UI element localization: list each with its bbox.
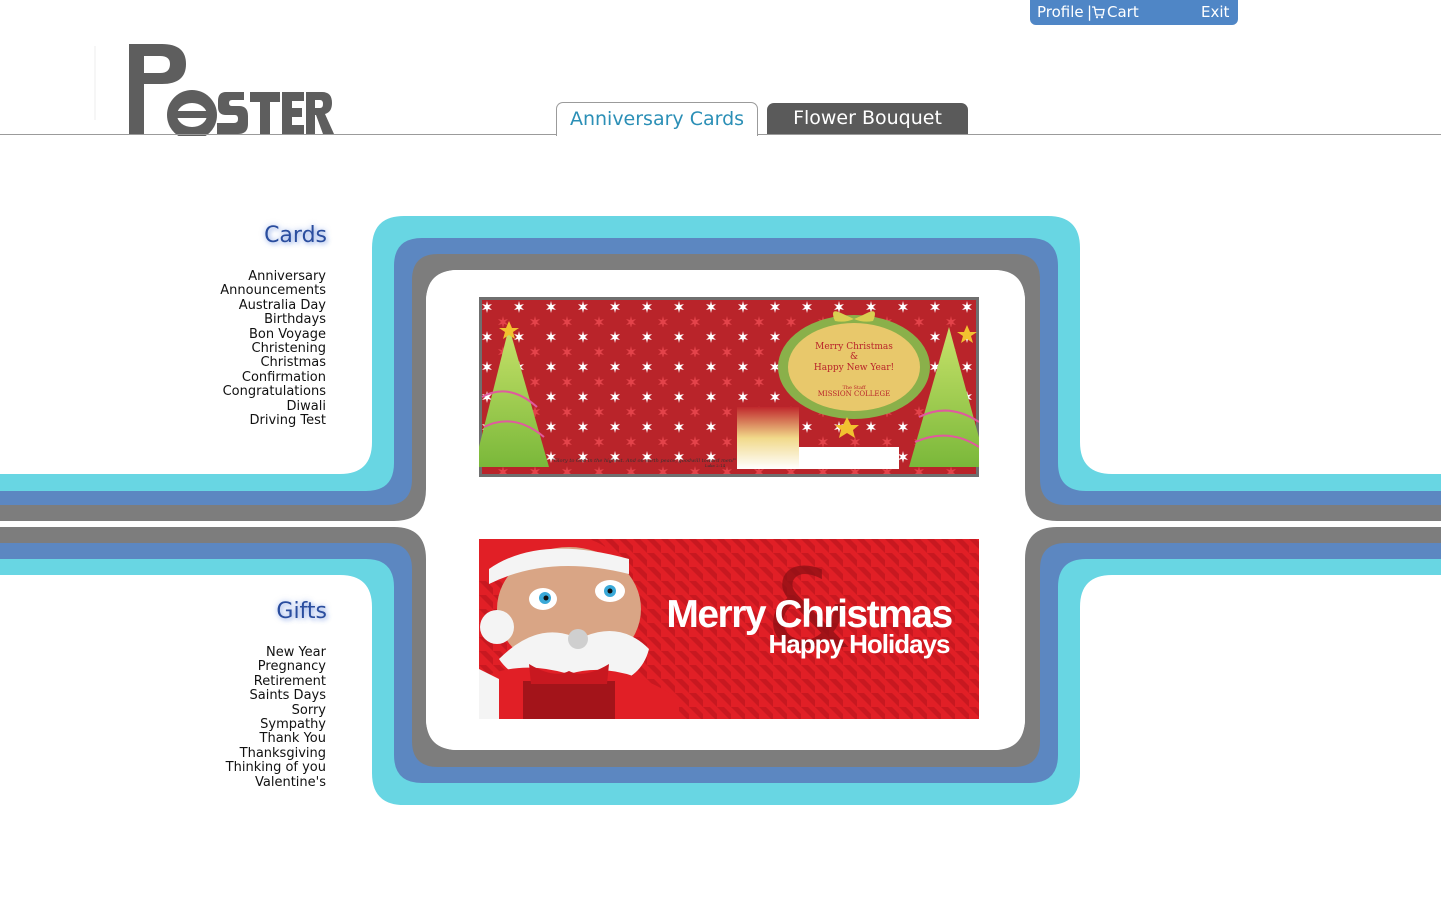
menu-item-sorry[interactable]: Sorry [226, 703, 326, 718]
card1-heading-2: Happy New Year! [814, 363, 894, 373]
menu-item-birthdays[interactable]: Birthdays [220, 312, 326, 327]
profile-link[interactable]: Profile [1037, 0, 1084, 24]
card1-verse: Luke 2:14 [705, 463, 726, 468]
menu-item-valentines[interactable]: Valentine's [226, 775, 326, 790]
menu-item-pregnancy[interactable]: Pregnancy [226, 659, 326, 674]
menu-item-announcements[interactable]: Announcements [220, 283, 326, 298]
menu-item-new-year[interactable]: New Year [226, 645, 326, 660]
exit-link[interactable]: Exit [1201, 0, 1229, 24]
card2-line2: Happy Holidays [768, 629, 950, 659]
menu-item-christening[interactable]: Christening [220, 341, 326, 356]
cards-menu-title: Cards [264, 223, 327, 248]
cart-icon [1092, 5, 1105, 18]
santa-banner[interactable]: & Merry Christmas Happy Holidays [479, 539, 979, 719]
menu-item-congratulations[interactable]: Congratulations [220, 384, 326, 399]
menu-item-confirmation[interactable]: Confirmation [220, 370, 326, 385]
menu-item-sympathy[interactable]: Sympathy [226, 717, 326, 732]
menu-item-australia-day[interactable]: Australia Day [220, 298, 326, 313]
menu-item-christmas[interactable]: Christmas [220, 356, 326, 371]
menu-item-anniversary[interactable]: Anniversary [220, 269, 326, 284]
tab-anniversary-cards[interactable]: Anniversary Cards [556, 102, 758, 136]
gifts-menu: New Year Pregnancy Retirement Saints Day… [226, 645, 326, 790]
card1-heading-1: Merry Christmas [815, 342, 893, 352]
menu-item-thank-you[interactable]: Thank You [226, 732, 326, 747]
menu-item-retirement[interactable]: Retirement [226, 674, 326, 689]
cart-link[interactable]: Cart [1092, 0, 1139, 24]
menu-item-driving-test[interactable]: Driving Test [220, 413, 327, 428]
menu-item-thinking-of-you[interactable]: Thinking of you [226, 760, 326, 775]
gifts-menu-title: Gifts [276, 599, 327, 624]
tab-flower-bouquet[interactable]: Flower Bouquet [767, 103, 968, 134]
menu-item-saints-days[interactable]: Saints Days [226, 688, 326, 703]
user-bar: Profile | Cart Exit [1030, 0, 1238, 25]
christmas-card-banner[interactable]: Merry Christmas & Happy New Year! The St… [479, 297, 979, 477]
card1-org: MISSION COLLEGE [818, 390, 890, 398]
cards-menu: Anniversary Announcements Australia Day … [220, 269, 327, 428]
menu-item-bon-voyage[interactable]: Bon Voyage [220, 327, 326, 342]
menu-item-thanksgiving[interactable]: Thanksgiving [226, 746, 326, 761]
cart-label: Cart [1107, 3, 1139, 21]
menu-item-diwali[interactable]: Diwali [220, 399, 326, 414]
card1-ampersand: & [850, 352, 858, 362]
poster-logo[interactable] [94, 40, 334, 136]
